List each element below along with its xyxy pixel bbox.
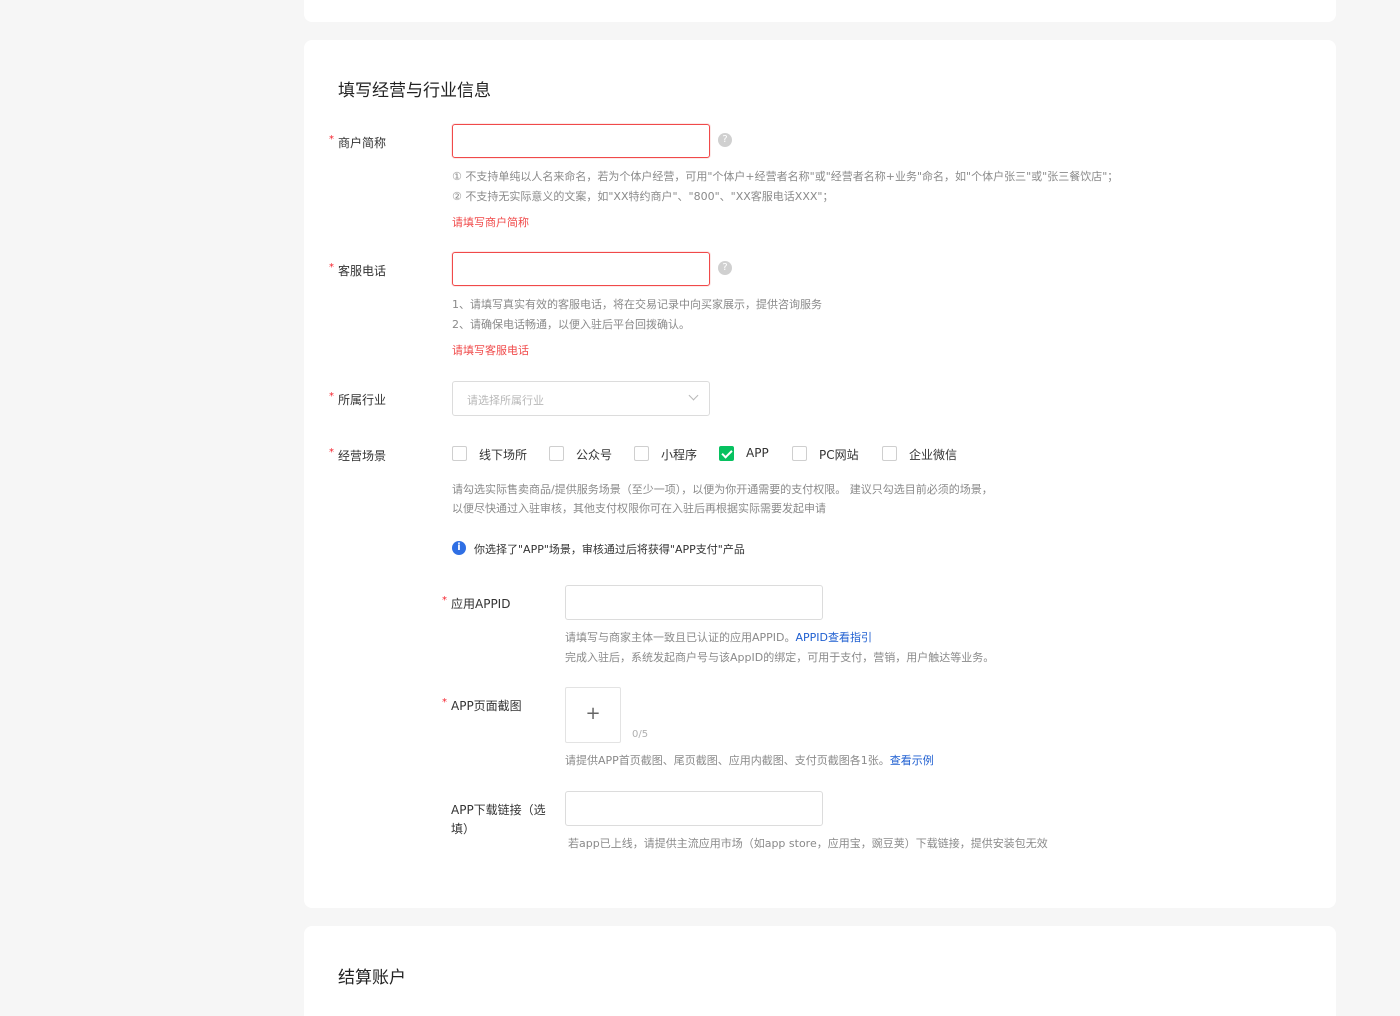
app-id-label: * 应用APPID xyxy=(442,595,511,611)
scene-checkbox-mini-program[interactable] xyxy=(634,446,649,461)
scenes-hint-2: 以便尽快通过入驻审核，其他支付权限你可在入驻后再根据实际需要发起申请 xyxy=(452,502,826,515)
service-phone-label: * 客服电话 xyxy=(329,262,387,278)
app-screenshot-label: * APP页面截图 xyxy=(442,697,522,713)
merchant-name-hint-1: ① 不支持单纯以人名来命名，若为个体户经营，可用"个体户+经营者名称"或"经营者… xyxy=(452,170,1119,183)
section-title: 填写经营与行业信息 xyxy=(338,81,491,101)
previous-section-card xyxy=(304,0,1336,22)
service-phone-hint-1: 1、请填写真实有效的客服电话，将在交易记录中向买家展示，提供咨询服务 xyxy=(452,298,822,311)
scene-checkbox-app[interactable] xyxy=(719,446,734,461)
merchant-name-input[interactable] xyxy=(452,124,710,158)
upload-button[interactable]: + xyxy=(565,687,621,743)
app-download-input[interactable] xyxy=(565,791,823,826)
app-download-label-line2: 填） xyxy=(451,822,476,836)
service-phone-error: 请填写客服电话 xyxy=(452,344,529,357)
app-id-hint-1: 请填写与商家主体一致且已认证的应用APPID。APPID查看指引 xyxy=(565,631,873,644)
service-phone-input[interactable] xyxy=(452,252,710,286)
scene-checkbox-pc-website[interactable] xyxy=(792,446,807,461)
view-example-link[interactable]: 查看示例 xyxy=(890,754,934,767)
scene-label-mini-program[interactable]: 小程序 xyxy=(661,446,697,463)
merchant-name-hint-2: ② 不支持无实际意义的文案，如"XX特约商户"、"800"、"XX客服电话XXX… xyxy=(452,190,834,203)
app-id-input[interactable] xyxy=(565,585,823,620)
merchant-name-label: * 商户简称 xyxy=(329,134,387,150)
scene-label-official-account[interactable]: 公众号 xyxy=(576,446,612,463)
question-icon[interactable]: ? xyxy=(718,133,732,147)
scene-checkbox-official-account[interactable] xyxy=(549,446,564,461)
info-icon: i xyxy=(452,541,466,555)
scenes-label: * 经营场景 xyxy=(329,447,387,463)
industry-label: * 所属行业 xyxy=(329,391,387,407)
settlement-card: 结算账户 xyxy=(304,926,1336,1016)
upload-counter: 0/5 xyxy=(632,729,649,740)
service-phone-hint-2: 2、请确保电话畅通，以便入驻后平台回拨确认。 xyxy=(452,318,690,331)
scene-label-pc-website[interactable]: PC网站 xyxy=(819,446,859,463)
scene-label-offline[interactable]: 线下场所 xyxy=(479,446,527,463)
scene-checkbox-wecom[interactable] xyxy=(882,446,897,461)
scene-checkbox-offline[interactable] xyxy=(452,446,467,461)
settlement-section-title: 结算账户 xyxy=(338,968,406,988)
scene-label-app[interactable]: APP xyxy=(746,446,769,460)
appid-guide-link[interactable]: APPID查看指引 xyxy=(796,631,873,644)
industry-select-placeholder: 请选择所属行业 xyxy=(467,394,544,407)
scene-label-wecom[interactable]: 企业微信 xyxy=(909,446,957,463)
question-icon[interactable]: ? xyxy=(718,261,732,275)
app-download-label-line1: APP下载链接（选 xyxy=(451,803,546,817)
app-scene-notice: 你选择了"APP"场景，审核通过后将获得"APP支付"产品 xyxy=(474,543,745,556)
app-id-hint-2: 完成入驻后，系统发起商户号与该AppID的绑定，可用于支付，营销，用户触达等业务… xyxy=(565,651,995,664)
app-screenshot-hint: 请提供APP首页截图、尾页截图、应用内截图、支付页截图各1张。查看示例 xyxy=(565,754,934,767)
industry-select[interactable]: 请选择所属行业 xyxy=(452,381,710,416)
merchant-name-error: 请填写商户简称 xyxy=(452,216,529,229)
app-download-hint: 若app已上线，请提供主流应用市场（如app store，应用宝，豌豆荚）下载链… xyxy=(568,837,1048,850)
scenes-hint-1: 请勾选实际售卖商品/提供服务场景（至少一项），以便为你开通需要的支付权限。 建议… xyxy=(452,483,993,496)
chevron-down-icon xyxy=(688,390,699,401)
